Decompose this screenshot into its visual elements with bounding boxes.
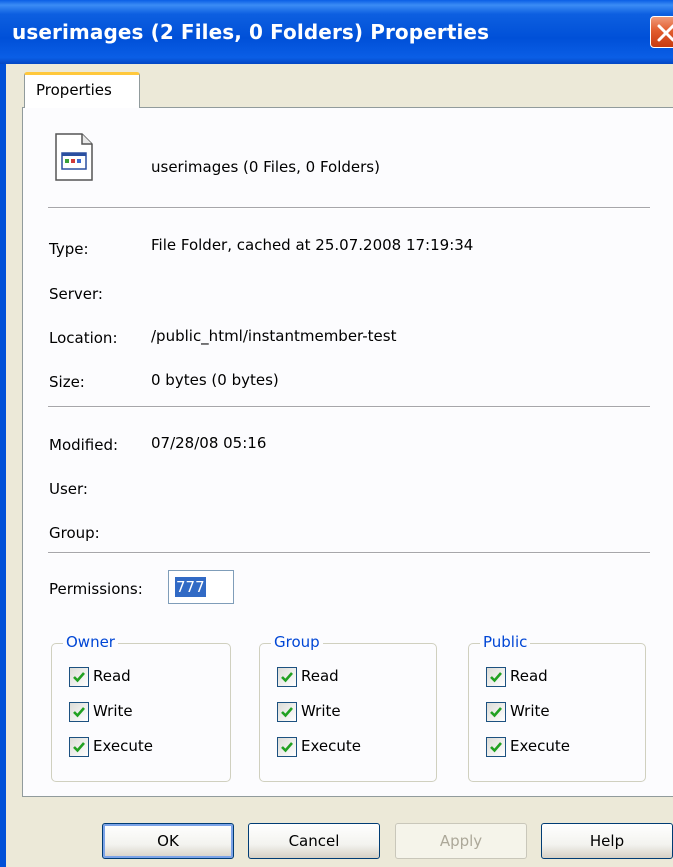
separator	[48, 207, 650, 209]
checkmark-icon	[73, 742, 85, 753]
ok-button[interactable]: OK	[102, 823, 234, 859]
owner-execute-label: Execute	[93, 737, 153, 755]
owner-group: Owner Read Write Execute	[51, 633, 231, 782]
type-value: File Folder, cached at 25.07.2008 17:19:…	[151, 236, 474, 254]
location-value: /public_html/instantmember-test	[151, 327, 397, 345]
tab-properties-label: Properties	[36, 81, 112, 99]
tab-properties[interactable]: Properties	[24, 72, 140, 108]
apply-button[interactable]: Apply	[395, 823, 527, 859]
checkmark-icon	[490, 742, 502, 753]
group-read-label: Read	[301, 667, 339, 685]
checkbox[interactable]	[486, 667, 506, 687]
separator	[48, 406, 650, 408]
public-group: Public Read Write Execute	[468, 633, 646, 782]
group-write-label: Write	[301, 702, 341, 720]
checkmark-icon	[490, 707, 502, 718]
user-label: User:	[49, 480, 88, 498]
public-write-label: Write	[510, 702, 550, 720]
group-group: Group Read Write Execute	[259, 633, 437, 782]
location-label: Location:	[49, 329, 118, 347]
modified-value: 07/28/08 05:16	[151, 434, 267, 452]
public-read-label: Read	[510, 667, 548, 685]
modified-label: Modified:	[49, 436, 119, 454]
checkbox[interactable]	[69, 737, 89, 757]
owner-write-label: Write	[93, 702, 133, 720]
separator	[48, 552, 650, 554]
group-label: Group:	[49, 524, 100, 542]
permissions-value: 777	[175, 577, 206, 597]
type-label: Type:	[49, 240, 89, 258]
window-frame-left	[0, 64, 6, 867]
checkmark-icon	[281, 742, 293, 753]
checkmark-icon	[490, 672, 502, 683]
permissions-label: Permissions:	[49, 580, 143, 598]
cancel-button[interactable]: Cancel	[248, 823, 380, 859]
checkmark-icon	[73, 707, 85, 718]
checkbox[interactable]	[486, 737, 506, 757]
close-button[interactable]	[650, 16, 673, 48]
checkbox[interactable]	[69, 667, 89, 687]
checkmark-icon	[281, 672, 293, 683]
public-group-title: Public	[480, 633, 531, 651]
group-group-title: Group	[271, 633, 323, 651]
owner-group-title: Owner	[63, 633, 118, 651]
size-value: 0 bytes (0 bytes)	[151, 371, 279, 389]
properties-dialog: userimages (2 Files, 0 Folders) Properti…	[0, 0, 673, 867]
checkmark-icon	[281, 707, 293, 718]
checkbox[interactable]	[277, 737, 297, 757]
checkbox[interactable]	[277, 702, 297, 722]
checkmark-icon	[73, 672, 85, 683]
file-folder-icon	[55, 133, 93, 181]
permissions-input[interactable]: 777	[168, 570, 234, 604]
owner-read-label: Read	[93, 667, 131, 685]
title-bar[interactable]: userimages (2 Files, 0 Folders) Properti…	[0, 0, 673, 64]
help-button[interactable]: Help	[541, 823, 673, 859]
checkbox[interactable]	[486, 702, 506, 722]
close-icon	[657, 24, 673, 42]
checkbox[interactable]	[69, 702, 89, 722]
size-label: Size:	[49, 373, 85, 391]
server-label: Server:	[49, 285, 103, 303]
item-name: userimages (0 Files, 0 Folders)	[151, 158, 380, 176]
window-title: userimages (2 Files, 0 Folders) Properti…	[12, 20, 490, 44]
checkbox[interactable]	[277, 667, 297, 687]
group-execute-label: Execute	[301, 737, 361, 755]
public-execute-label: Execute	[510, 737, 570, 755]
